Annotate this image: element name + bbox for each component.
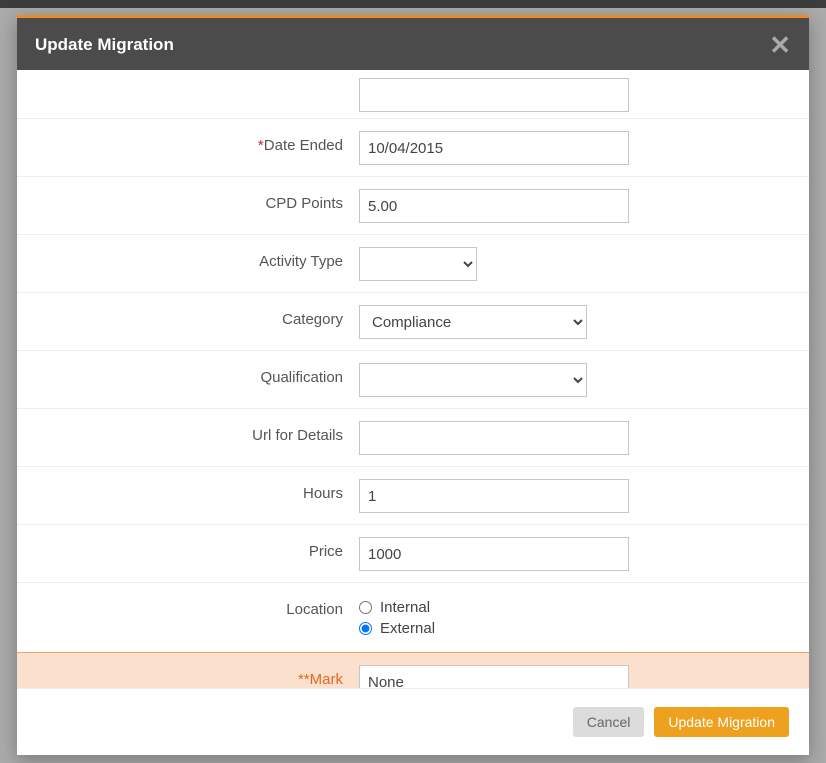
category-select[interactable]: Compliance <box>359 305 587 339</box>
row-category: Category Compliance <box>17 292 809 350</box>
row-date-ended: *Date Ended <box>17 118 809 176</box>
row-price: Price <box>17 524 809 582</box>
url-details-input[interactable] <box>359 421 629 455</box>
label-activity-type: Activity Type <box>17 247 357 270</box>
modal-body[interactable]: - *Date Ended CPD Points Activity Type <box>17 70 809 688</box>
location-external-label: External <box>380 620 435 637</box>
location-external-radio[interactable] <box>359 622 372 635</box>
hours-input[interactable] <box>359 479 629 513</box>
row-hours: Hours <box>17 466 809 524</box>
row-location: Location Internal External <box>17 582 809 652</box>
modal-footer: Cancel Update Migration <box>17 688 809 755</box>
update-migration-button[interactable]: Update Migration <box>654 707 789 737</box>
row-cpd-points: CPD Points <box>17 176 809 234</box>
location-internal-radio[interactable] <box>359 601 372 614</box>
close-icon[interactable]: ✕ <box>769 32 791 58</box>
label-price: Price <box>17 537 357 560</box>
label-category: Category <box>17 305 357 328</box>
label-date-ended-text: Date Ended <box>264 137 343 154</box>
label-qualification: Qualification <box>17 363 357 386</box>
modal-header: Update Migration ✕ <box>17 18 809 70</box>
mark-input[interactable] <box>359 665 629 688</box>
label-url-details: Url for Details <box>17 421 357 444</box>
label-cpd-points: CPD Points <box>17 189 357 212</box>
label-location: Location <box>17 595 357 618</box>
price-input[interactable] <box>359 537 629 571</box>
label-mark: **Mark <box>17 665 357 688</box>
row-activity-type: Activity Type <box>17 234 809 292</box>
date-ended-input[interactable] <box>359 131 629 165</box>
label-mark-text: Mark <box>310 671 343 688</box>
cancel-button[interactable]: Cancel <box>573 707 645 737</box>
update-migration-modal: Update Migration ✕ - *Date Ended CPD Poi… <box>17 15 809 755</box>
modal-title: Update Migration <box>35 35 174 55</box>
label-date-ended: *Date Ended <box>17 131 357 154</box>
location-internal-label: Internal <box>380 599 430 616</box>
qualification-select[interactable] <box>359 363 587 397</box>
activity-type-select[interactable] <box>359 247 477 281</box>
row-mark: **Mark <box>17 652 809 688</box>
row-url-details: Url for Details <box>17 408 809 466</box>
cpd-points-input[interactable] <box>359 189 629 223</box>
partial-top-input[interactable] <box>359 78 629 112</box>
row-qualification: Qualification <box>17 350 809 408</box>
label-hours: Hours <box>17 479 357 502</box>
row-partial-top: - <box>17 70 809 118</box>
required-marker-double-icon: ** <box>298 671 310 688</box>
